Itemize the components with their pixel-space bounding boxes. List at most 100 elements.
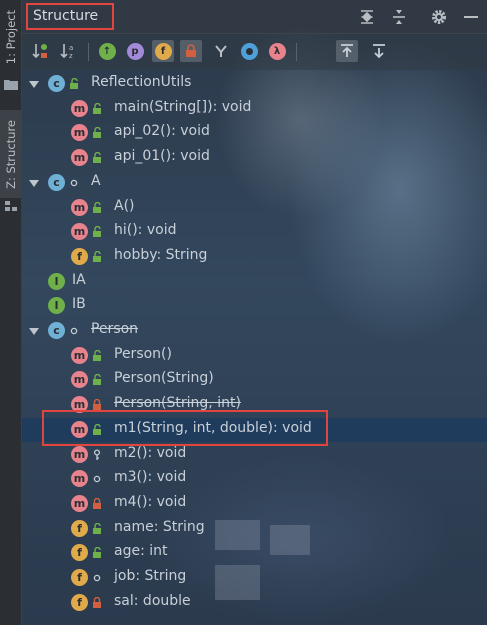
tree-row-label: hi(): void [114, 222, 177, 239]
tree-row[interactable]: c Person [22, 319, 487, 343]
sort-by-visibility-button[interactable] [30, 40, 52, 62]
tree-row[interactable]: m hi(): void [22, 220, 487, 244]
tree-row[interactable]: m Person(String) [22, 368, 487, 392]
tree-row-label: A [91, 172, 101, 189]
tree-row-label: IB [72, 296, 86, 313]
private-lock-icon [93, 497, 101, 509]
method-icon: m [71, 346, 88, 364]
public-lock-open-icon [93, 374, 101, 386]
sort-by-visibility-icon [32, 44, 47, 59]
show-lambda-icon: λ [268, 42, 286, 60]
method-icon: m [71, 124, 88, 142]
autoscroll-from-source-button[interactable] [368, 40, 390, 62]
annotation-highlight-box [42, 410, 328, 446]
collapse-all-icon[interactable] [390, 8, 408, 26]
tree-row-label: age: int [114, 543, 168, 560]
expand-arrow-icon[interactable] [29, 179, 39, 187]
tree-row[interactable]: f sal: double [22, 591, 487, 615]
tree-row[interactable]: f job: String [22, 566, 487, 590]
tree-row[interactable]: f name: String [22, 517, 487, 541]
tab-structure[interactable]: Z: Structure [0, 110, 22, 198]
public-lock-open-icon [93, 522, 101, 534]
package-private-dot-icon [93, 574, 101, 582]
structure-toolbar: a z ↑ p f λ [22, 34, 487, 70]
tree-row-label: hobby: String [114, 246, 208, 263]
class-icon: c [48, 322, 65, 339]
tree-row-label: main(String[]): void [114, 98, 252, 115]
show-inherited-button[interactable]: ↑ [96, 40, 118, 62]
package-private-dot-icon [70, 179, 78, 187]
tree-row-label: Person(String, int) [114, 395, 241, 412]
tree-row[interactable]: cA [22, 171, 487, 195]
tree-row-label: m2(): void [114, 444, 187, 461]
tree-row[interactable]: m m4(): void [22, 492, 487, 516]
method-icon: m [71, 445, 88, 463]
tree-row[interactable]: m m3(): void [22, 467, 487, 491]
svg-text:z: z [69, 52, 73, 60]
public-lock-open-icon [93, 102, 101, 114]
sort-alphabetically-button[interactable]: a z [58, 40, 80, 62]
sort-alphabetically-icon: a z [60, 44, 73, 60]
tree-row-label: job: String [114, 568, 187, 584]
tree-row[interactable]: m m2(): void [22, 443, 487, 467]
tree-row-label: Person [91, 321, 139, 337]
field-icon: f [71, 519, 88, 537]
tree-row-label: m3(): void [114, 469, 187, 486]
method-icon: m [71, 371, 88, 389]
tree-row[interactable]: I IB [22, 294, 487, 318]
public-lock-open-icon [93, 226, 101, 238]
public-lock-open-icon [93, 152, 101, 164]
tree-row[interactable]: f age: int [22, 541, 487, 565]
tree-row-label: ReflectionUtils [91, 74, 192, 90]
show-lambdas-button[interactable] [238, 40, 260, 62]
show-non-public-button[interactable] [180, 40, 202, 62]
show-anonymous-button[interactable] [210, 40, 232, 62]
show-lambdas-icon [240, 42, 258, 60]
method-icon: m [71, 494, 88, 512]
tree-row-label: A() [114, 197, 135, 214]
panel-title: Structure [26, 3, 114, 30]
field-icon: f [71, 544, 88, 562]
package-private-dot-icon [93, 475, 101, 483]
structure-header: Structure [22, 0, 487, 34]
tree-row[interactable]: m main(String[]): void [22, 97, 487, 121]
public-lock-open-icon [93, 349, 101, 361]
structure-icon [5, 201, 17, 211]
tree-row[interactable]: m A() [22, 196, 487, 220]
show-properties-button[interactable]: p [124, 40, 146, 62]
expand-all-icon[interactable] [358, 8, 376, 26]
settings-gear-icon[interactable] [430, 8, 448, 26]
method-icon: m [71, 99, 88, 117]
public-lock-open-icon [93, 201, 101, 213]
tree-row[interactable]: m Person() [22, 344, 487, 368]
tree-row[interactable]: f hobby: String [22, 245, 487, 269]
show-lambda-button[interactable]: λ [266, 40, 288, 62]
tab-project[interactable]: 1: Project [0, 4, 22, 70]
method-icon: m [71, 198, 88, 216]
class-icon: c [48, 173, 65, 191]
expand-arrow-icon[interactable] [29, 328, 39, 335]
tree-row-label: m4(): void [114, 493, 187, 510]
tree-row[interactable]: m api_01(): void [22, 146, 487, 170]
show-fields-icon: f [154, 42, 172, 60]
package-private-dot-icon [70, 327, 78, 335]
autoscroll-to-source-icon [341, 44, 353, 57]
svg-text:a: a [69, 44, 73, 52]
autoscroll-from-source-icon [373, 44, 385, 59]
interface-icon: I [48, 297, 65, 315]
tree-row-label: name: String [114, 518, 205, 535]
show-fields-button[interactable]: f [152, 40, 174, 62]
show-non-public-icon [186, 44, 196, 57]
autoscroll-to-source-button[interactable] [336, 40, 358, 62]
tree-row[interactable]: c ReflectionUtils [22, 72, 487, 96]
tree-row-label: Person() [114, 345, 172, 362]
folder-icon [4, 80, 18, 90]
expand-arrow-icon[interactable] [29, 81, 39, 88]
minimize-icon[interactable] [462, 8, 480, 26]
public-lock-open-icon [93, 127, 101, 139]
tree-row-label: Person(String) [114, 370, 214, 387]
tree-row[interactable]: m api_02(): void [22, 121, 487, 145]
toolbar-separator [88, 43, 89, 61]
left-tool-strip: 1: Project Z: Structure [0, 0, 22, 625]
tree-row[interactable]: I IA [22, 270, 487, 294]
